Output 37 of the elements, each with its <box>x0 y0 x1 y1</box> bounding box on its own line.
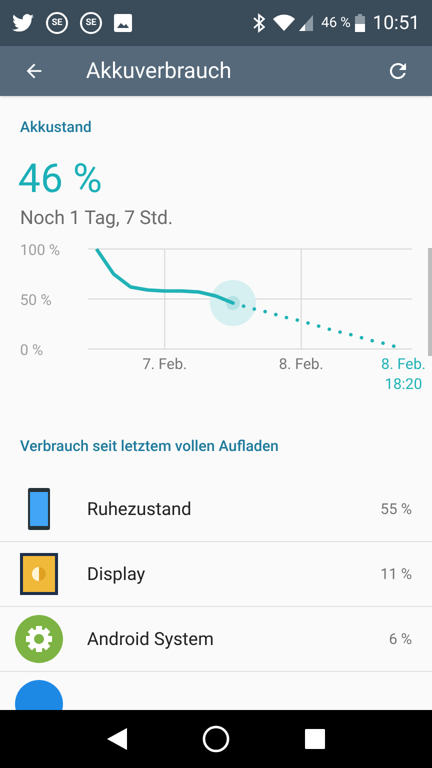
notification-icon: SE <box>46 12 68 34</box>
axis-label: 7. Feb. <box>141 354 188 374</box>
axis-label: 8. Feb. 18:20 <box>380 354 427 394</box>
brightness-icon <box>20 553 58 595</box>
phone-icon <box>28 488 50 530</box>
signal-icon <box>299 15 314 31</box>
battery-icon <box>354 14 365 32</box>
section-heading: Akkustand <box>20 117 93 137</box>
axis-label: 50 % <box>20 291 52 309</box>
recents-button[interactable] <box>304 729 325 749</box>
remaining-time: Noch 1 Tag, 7 Std. <box>20 205 174 231</box>
bird-icon <box>12 14 34 32</box>
axis-label: 100 % <box>20 241 60 259</box>
axis-label: 0 % <box>20 341 44 359</box>
battery-percentage: 46 % <box>18 155 104 203</box>
usage-percent: 6 % <box>388 628 412 650</box>
usage-row[interactable]: Android System 6 % <box>0 607 432 672</box>
highlight-halo <box>210 280 256 326</box>
home-button[interactable] <box>202 725 230 753</box>
image-icon <box>114 14 132 32</box>
notification-icon: SE <box>80 12 102 34</box>
wifi-icon <box>273 14 296 32</box>
usage-row[interactable]: Display 11 % <box>0 542 432 607</box>
app-name: Display <box>87 562 146 586</box>
page-title: Akkuverbrauch <box>86 58 233 86</box>
usage-percent: 55 % <box>380 498 412 520</box>
bluetooth-icon <box>253 13 266 33</box>
app-name: Ruhezustand <box>87 498 192 522</box>
usage-percent: 11 % <box>380 564 412 585</box>
app-name: Android System <box>87 628 215 652</box>
battery-percent: 46 % <box>321 14 351 32</box>
usage-row[interactable]: Ruhezustand 55 % <box>0 477 432 542</box>
gear-icon <box>14 615 62 663</box>
back-nav-button[interactable] <box>107 728 128 750</box>
section-heading: Verbrauch seit letztem vollen Aufladen <box>20 436 280 456</box>
axis-label: 8. Feb. <box>278 354 324 374</box>
clock: 10:51 <box>372 10 420 36</box>
